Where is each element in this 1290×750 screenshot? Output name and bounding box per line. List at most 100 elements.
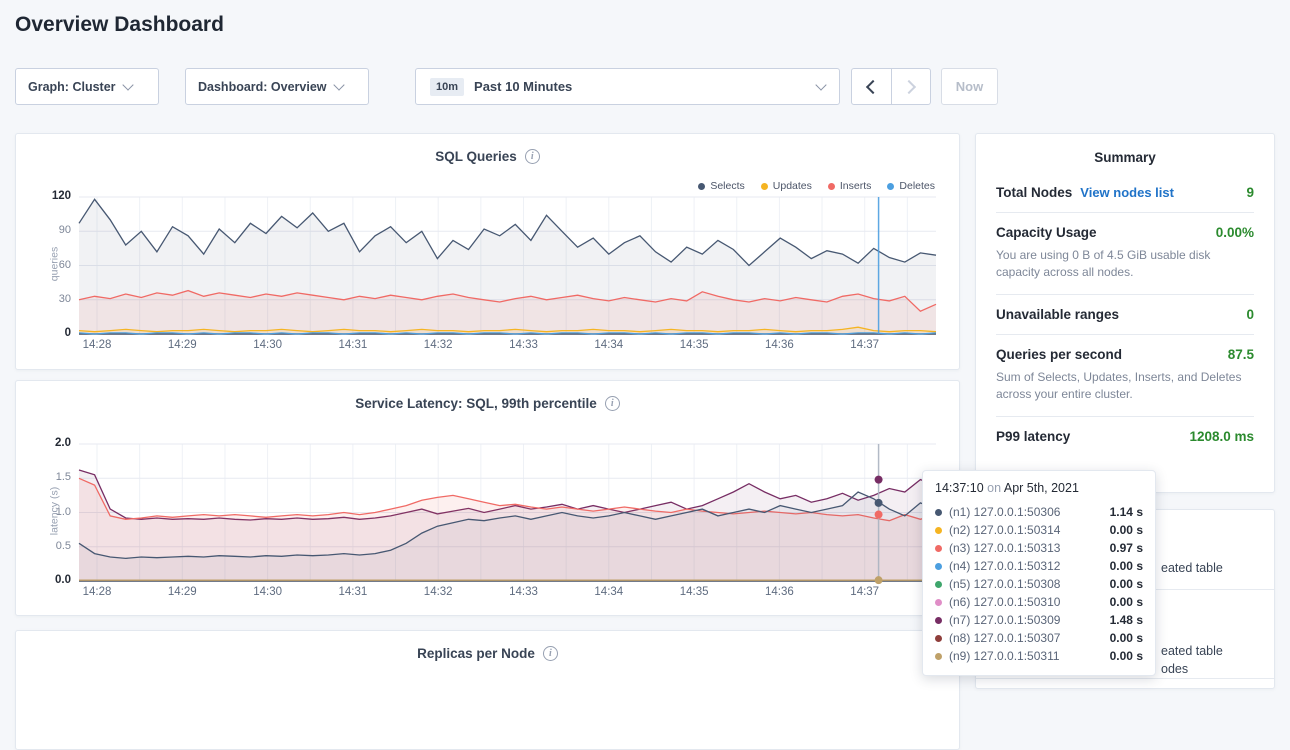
x-tick-label: 14:30 — [253, 586, 282, 598]
tooltip-node-row: (n3) 127.0.0.1:503130.97 s — [935, 539, 1143, 557]
info-icon[interactable]: i — [605, 396, 620, 411]
legend-dot-icon — [761, 183, 768, 190]
x-tick-label: 14:35 — [680, 339, 709, 351]
node-latency-value: 0.00 s — [1110, 559, 1143, 573]
x-tick-label: 14:34 — [594, 339, 623, 351]
node-address: (n3) 127.0.0.1:50313 — [949, 541, 1060, 555]
chevron-down-icon — [122, 79, 133, 90]
x-tick-label: 14:33 — [509, 339, 538, 351]
summary-card: Summary Total Nodes View nodes list 9 Ca… — [975, 133, 1275, 493]
time-range-picker[interactable]: 10m Past 10 Minutes — [415, 68, 840, 105]
x-tick-label: 14:30 — [253, 339, 282, 351]
node-latency-value: 0.00 s — [1110, 523, 1143, 537]
p99-latency-label: P99 latency — [996, 429, 1070, 444]
tooltip-on: on — [987, 481, 1001, 495]
legend-dot-icon — [698, 183, 705, 190]
qps-label: Queries per second — [996, 347, 1122, 362]
replicas-per-node-card: Replicas per Node i — [15, 630, 960, 750]
overview-dashboard-page: { "page": {"title": "Overview Dashboard"… — [0, 0, 1290, 689]
x-tick-label: 14:35 — [680, 586, 709, 598]
sql-queries-plot[interactable]: 0306090120 14:2814:2914:3014:3114:3214:3… — [79, 197, 936, 334]
chart-title: Replicas per Node — [417, 646, 535, 661]
qps-value: 87.5 — [1228, 347, 1254, 362]
x-tick-label: 14:37 — [850, 586, 879, 598]
summary-row-capacity: Capacity Usage 0.00% You are using 0 B o… — [996, 213, 1254, 295]
legend-item-inserts: Inserts — [828, 180, 872, 192]
time-next-button[interactable] — [891, 69, 931, 104]
info-icon[interactable]: i — [543, 646, 558, 661]
legend-label: Deletes — [899, 180, 935, 192]
chevron-down-icon — [333, 79, 344, 90]
legend-label: Selects — [710, 180, 744, 192]
x-tick-label: 14:31 — [339, 586, 368, 598]
node-color-dot-icon — [935, 635, 942, 642]
tooltip-timestamp: 14:37:10 on Apr 5th, 2021 — [935, 481, 1143, 495]
node-latency-value: 0.00 s — [1110, 631, 1143, 645]
graph-dropdown[interactable]: Graph: Cluster — [15, 68, 159, 105]
node-color-dot-icon — [935, 653, 942, 660]
tooltip-node-row: (n2) 127.0.0.1:50314 0.00 s — [935, 521, 1143, 539]
x-tick-label: 14:36 — [765, 586, 794, 598]
time-range-label: Past 10 Minutes — [474, 79, 572, 94]
capacity-label: Capacity Usage — [996, 225, 1097, 240]
info-icon[interactable]: i — [525, 149, 540, 164]
view-nodes-list-link[interactable]: View nodes list — [1080, 185, 1174, 200]
summary-row-p99: P99 latency 1208.0 ms — [996, 417, 1254, 456]
qps-subtext: Sum of Selects, Updates, Inserts, and De… — [996, 369, 1254, 404]
node-color-dot-icon — [935, 527, 942, 534]
node-color-dot-icon — [935, 563, 942, 570]
time-prev-button[interactable] — [852, 69, 891, 104]
x-tick-label: 14:29 — [168, 586, 197, 598]
node-latency-value: 0.00 s — [1110, 649, 1143, 663]
chart-title: SQL Queries — [435, 149, 517, 164]
x-tick-label: 14:31 — [339, 339, 368, 351]
legend-dot-icon — [887, 183, 894, 190]
chevron-down-icon — [815, 79, 826, 90]
unavailable-ranges-label: Unavailable ranges — [996, 307, 1119, 322]
capacity-subtext: You are using 0 B of 4.5 GiB usable disk… — [996, 247, 1254, 282]
time-range-badge: 10m — [430, 78, 464, 96]
chart-title: Service Latency: SQL, 99th percentile — [355, 396, 597, 411]
unavailable-ranges-value: 0 — [1246, 307, 1254, 322]
node-color-dot-icon — [935, 599, 942, 606]
divider — [976, 678, 1274, 679]
dashboard-dropdown[interactable]: Dashboard: Overview — [185, 68, 369, 105]
tooltip-node-row: (n1) 127.0.0.1:503061.14 s — [935, 503, 1143, 521]
node-address: (n6) 127.0.0.1:50310 — [949, 595, 1060, 609]
total-nodes-label: Total Nodes — [996, 185, 1072, 200]
node-latency-value: 0.00 s — [1110, 577, 1143, 591]
node-address: (n5) 127.0.0.1:50308 — [949, 577, 1060, 591]
tooltip-node-row: (n4) 127.0.0.1:50312 0.00 s — [935, 557, 1143, 575]
node-address: (n9) 127.0.0.1:50311 — [949, 649, 1060, 663]
sql-queries-card: SQL Queries i Selects Updates Inserts Delet… — [15, 133, 960, 370]
summary-row-qps: Queries per second 87.5 Sum of Selects, … — [996, 335, 1254, 417]
tooltip-node-row: (n5) 127.0.0.1:50308 0.00 s — [935, 575, 1143, 593]
node-color-dot-icon — [935, 545, 942, 552]
legend-label: Inserts — [840, 180, 872, 192]
chevron-right-icon — [902, 79, 916, 93]
service-latency-plot[interactable]: 0.00.51.01.52.0 14:2814:2914:3014:3114:3… — [79, 444, 936, 581]
node-address: (n2) 127.0.0.1:50314 — [949, 523, 1060, 537]
time-nav-group — [851, 68, 931, 105]
legend-label: Updates — [773, 180, 812, 192]
event-item-text: eated table — [1161, 644, 1223, 658]
node-latency-value: 0.00 s — [1110, 595, 1143, 609]
summary-row-unavailable: Unavailable ranges 0 — [996, 295, 1254, 335]
x-tick-label: 14:29 — [168, 339, 197, 351]
node-address: (n4) 127.0.0.1:50312 — [949, 559, 1060, 573]
event-item-text: odes — [1161, 662, 1188, 676]
total-nodes-value: 9 — [1246, 185, 1254, 200]
x-tick-label: 14:28 — [83, 339, 112, 351]
x-tick-label: 14:28 — [83, 586, 112, 598]
page-title: Overview Dashboard — [15, 13, 224, 37]
now-button[interactable]: Now — [941, 68, 998, 105]
legend-item-deletes: Deletes — [887, 180, 935, 192]
summary-row-total-nodes: Total Nodes View nodes list 9 — [996, 173, 1254, 213]
node-latency-value: 1.48 s — [1110, 613, 1143, 627]
service-latency-card: Service Latency: SQL, 99th percentile i … — [15, 380, 960, 616]
graph-dropdown-label: Graph: Cluster — [28, 80, 116, 94]
node-color-dot-icon — [935, 509, 942, 516]
node-color-dot-icon — [935, 617, 942, 624]
capacity-value: 0.00% — [1216, 225, 1254, 240]
tooltip-node-row: (n8) 127.0.0.1:503070.00 s — [935, 629, 1143, 647]
